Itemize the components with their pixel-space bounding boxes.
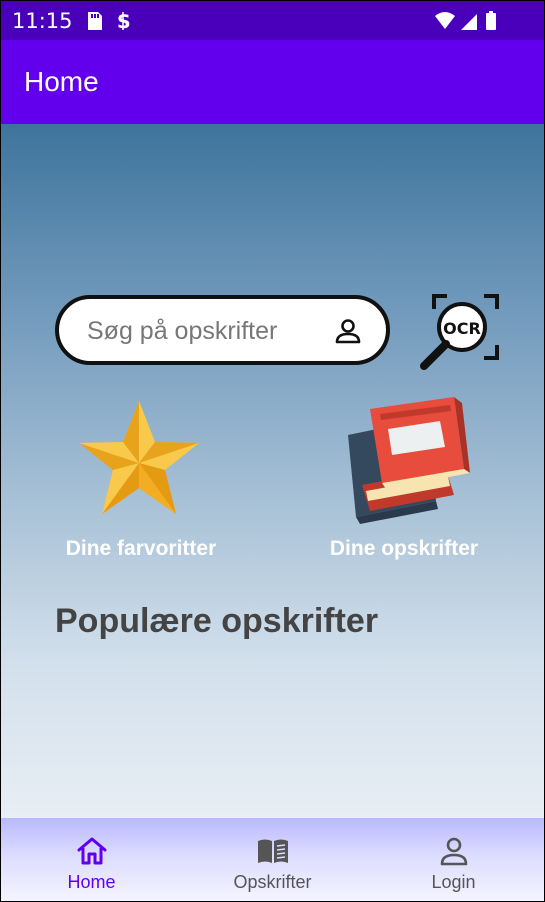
- svg-text:S: S: [117, 11, 131, 32]
- status-time: 11:15: [12, 9, 73, 33]
- nav-label-recipes: Opskrifter: [233, 872, 312, 892]
- page-title: Home: [24, 66, 99, 97]
- signal-icon: [461, 14, 477, 30]
- status-notification-icons: S: [85, 10, 145, 37]
- my-recipes-shortcut[interactable]: Dine opskrifter: [304, 397, 504, 560]
- app-bar: Home: [1, 40, 544, 124]
- wifi-icon: [435, 12, 455, 29]
- nav-item-recipes[interactable]: Opskrifter: [182, 818, 363, 901]
- popular-recipes-title: Populære opskrifter: [55, 602, 379, 640]
- favorites-shortcut[interactable]: Dine farvoritter: [41, 397, 241, 560]
- books-icon: [348, 397, 470, 524]
- my-recipes-label: Dine opskrifter: [329, 537, 479, 560]
- battery-icon: [486, 11, 496, 30]
- sd-card-icon: S: [88, 11, 131, 33]
- nav-item-login[interactable]: Login: [363, 818, 544, 901]
- nav-label-home: Home: [67, 872, 116, 892]
- ocr-text: OCR: [443, 319, 481, 338]
- ocr-magnifier-icon: OCR: [420, 294, 499, 370]
- person-icon[interactable]: [334, 317, 362, 345]
- person-icon: [440, 837, 467, 866]
- phone-screen: 11:15 S Home Søg på opskrifter OCR Dine …: [0, 0, 545, 902]
- search-bar[interactable]: [55, 295, 390, 365]
- favorites-label: Dine farvoritter: [65, 537, 217, 560]
- status-system-icons: [434, 10, 506, 37]
- main-content: OCR Dine farvoritter: [1, 124, 544, 818]
- ocr-scan-button[interactable]: OCR: [418, 291, 502, 375]
- nav-label-login: Login: [431, 872, 476, 892]
- home-icon: [77, 837, 106, 865]
- nav-item-home[interactable]: Home: [1, 818, 182, 901]
- open-book-icon: [257, 839, 288, 863]
- bottom-navigation: Home Opskrifter Login: [1, 818, 544, 901]
- star-icon: [79, 401, 199, 514]
- search-input[interactable]: [85, 309, 321, 353]
- status-bar: 11:15 S: [1, 1, 544, 40]
